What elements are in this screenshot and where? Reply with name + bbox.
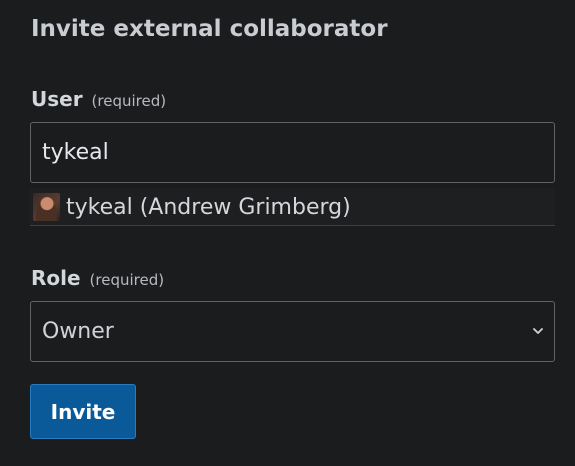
dialog-title: Invite external collaborator bbox=[31, 16, 388, 42]
user-label-text: User bbox=[31, 87, 83, 111]
role-selected-value: Owner bbox=[42, 319, 114, 344]
suggestion-text: tykeal (Andrew Grimberg) bbox=[66, 194, 351, 220]
user-input[interactable] bbox=[30, 122, 555, 183]
avatar-icon bbox=[33, 193, 60, 221]
role-field-label: Role (required) bbox=[31, 266, 164, 292]
invite-collaborator-panel: Invite external collaborator User (requi… bbox=[0, 0, 575, 466]
user-field-label: User (required) bbox=[31, 87, 166, 113]
suggestion-item[interactable]: tykeal (Andrew Grimberg) bbox=[30, 188, 555, 226]
role-label-text: Role bbox=[31, 266, 81, 290]
chevron-down-icon bbox=[533, 328, 543, 334]
role-select[interactable]: Owner bbox=[30, 301, 555, 362]
user-required-note: (required) bbox=[91, 92, 167, 110]
role-required-note: (required) bbox=[89, 271, 165, 289]
invite-button[interactable]: Invite bbox=[30, 384, 136, 439]
user-suggestions-list: tykeal (Andrew Grimberg) bbox=[30, 188, 555, 226]
